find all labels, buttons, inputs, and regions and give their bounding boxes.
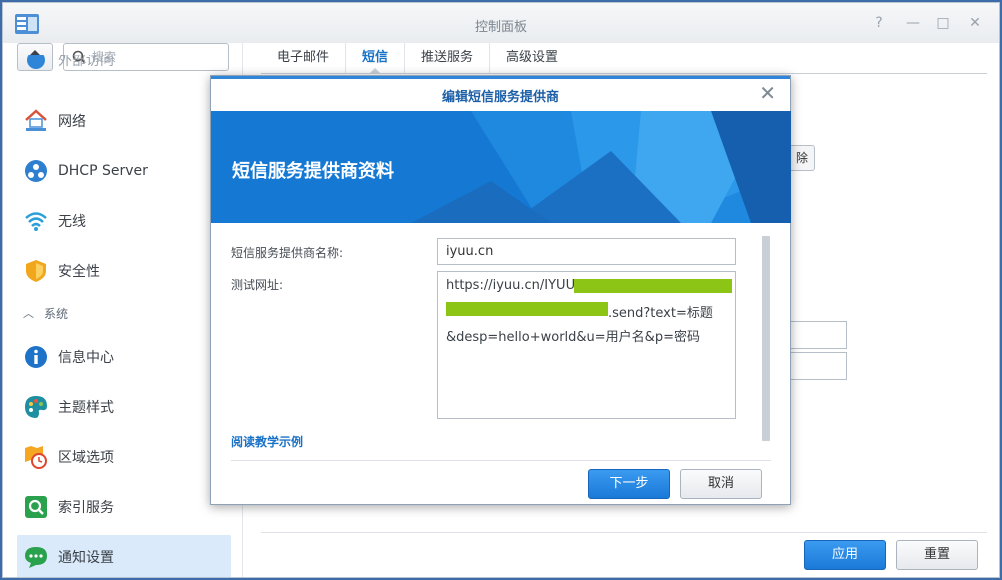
sidebar-item-security[interactable]: 安全性	[17, 249, 231, 293]
sidebar: 外部访问 网络	[3, 43, 243, 577]
sidebar-item-label: 索引服务	[58, 500, 114, 516]
shield-icon	[24, 259, 48, 283]
sidebar-item-dhcp[interactable]: DHCP Server	[17, 149, 231, 193]
banner-title: 短信服务提供商资料	[232, 161, 394, 182]
cancel-button[interactable]: 取消	[680, 469, 762, 499]
close-icon[interactable]: ✕	[759, 82, 776, 104]
index-search-icon	[24, 495, 48, 519]
sidebar-item-theme[interactable]: 主题样式	[17, 385, 231, 429]
sidebar-item-label: 主题样式	[58, 400, 114, 416]
dialog-accent-bar	[211, 76, 790, 79]
url-line-3: &desp=hello+world&u=用户名&p=密码	[446, 330, 700, 345]
provider-name-input[interactable]	[437, 238, 736, 265]
close-icon[interactable]: ✕	[965, 14, 985, 32]
palette-icon	[24, 395, 48, 419]
dialog-footer-divider	[231, 460, 771, 461]
minimize-icon[interactable]: —	[903, 14, 923, 32]
test-url-label: 测试网址:	[231, 278, 284, 292]
tab-email[interactable]: 电子邮件	[261, 43, 347, 73]
sidebar-item-label: 信息中心	[58, 350, 114, 366]
dialog-scrollbar[interactable]	[762, 236, 770, 441]
sidebar-item-external-access[interactable]: 外部访问	[17, 55, 231, 79]
sidebar-item-label: 通知设置	[58, 550, 114, 566]
sidebar-item-indexing[interactable]: 索引服务	[17, 485, 231, 529]
chat-bubble-icon	[24, 545, 48, 569]
sidebar-item-label: DHCP Server	[58, 163, 148, 179]
globe-icon	[24, 55, 48, 72]
sidebar-item-label: 网络	[58, 114, 86, 130]
sidebar-item-label: 无线	[58, 214, 86, 230]
sidebar-item-label: 外部访问	[58, 55, 114, 69]
next-button[interactable]: 下一步	[588, 469, 670, 499]
info-icon	[24, 345, 48, 369]
tab-divider	[261, 73, 987, 74]
url-line-2: .send?text=标题	[608, 306, 713, 321]
sidebar-item-label: 安全性	[58, 264, 100, 280]
url-line-1: https://iyuu.cn/IYUU	[446, 278, 576, 293]
section-label: 系统	[44, 306, 69, 321]
dialog-title: 编辑短信服务提供商	[441, 90, 559, 105]
help-icon[interactable]: ?	[869, 14, 889, 32]
sidebar-item-notification[interactable]: 通知设置	[17, 535, 231, 577]
redacted-block	[446, 302, 608, 316]
map-clock-icon	[24, 445, 48, 469]
tab-bar: 电子邮件 短信 推送服务 高级设置	[261, 43, 574, 74]
tutorial-link[interactable]: 阅读教学示例	[231, 433, 303, 450]
chevron-up-icon: ︿	[23, 307, 34, 320]
apply-button[interactable]: 应用	[804, 540, 886, 570]
reset-button[interactable]: 重置	[896, 540, 978, 570]
sidebar-section-system[interactable]: ︿ 系统	[23, 303, 68, 323]
provider-name-label: 短信服务提供商名称:	[231, 246, 344, 260]
background-field[interactable]	[785, 321, 847, 349]
edit-sms-provider-dialog: 编辑短信服务提供商 ✕ 短信服务提供商资料 短信服务提供商名称: 测试网址: h…	[210, 75, 791, 505]
test-url-textarea[interactable]: https://iyuu.cn/IYUU .send?text=标题 &desp…	[437, 271, 736, 419]
title-bar: 控制面板 ? — □ ✕	[3, 3, 999, 43]
maximize-icon[interactable]: □	[933, 14, 953, 32]
wifi-icon	[24, 209, 48, 233]
tab-push[interactable]: 推送服务	[405, 43, 491, 73]
sidebar-item-network[interactable]: 网络	[17, 99, 231, 143]
sidebar-item-info-center[interactable]: 信息中心	[17, 335, 231, 379]
sidebar-item-regional[interactable]: 区域选项	[17, 435, 231, 479]
sidebar-item-label: 区域选项	[58, 450, 114, 466]
redacted-block	[574, 279, 732, 293]
footer-divider	[261, 532, 987, 533]
dialog-banner: 短信服务提供商资料	[211, 111, 791, 223]
window-title: 控制面板	[474, 20, 527, 35]
background-field[interactable]	[785, 352, 847, 380]
tab-sms[interactable]: 短信	[346, 43, 406, 74]
sidebar-item-wireless[interactable]: 无线	[17, 199, 231, 243]
house-network-icon	[24, 109, 48, 133]
tab-advanced[interactable]: 高级设置	[490, 43, 574, 73]
dhcp-icon	[24, 159, 48, 183]
